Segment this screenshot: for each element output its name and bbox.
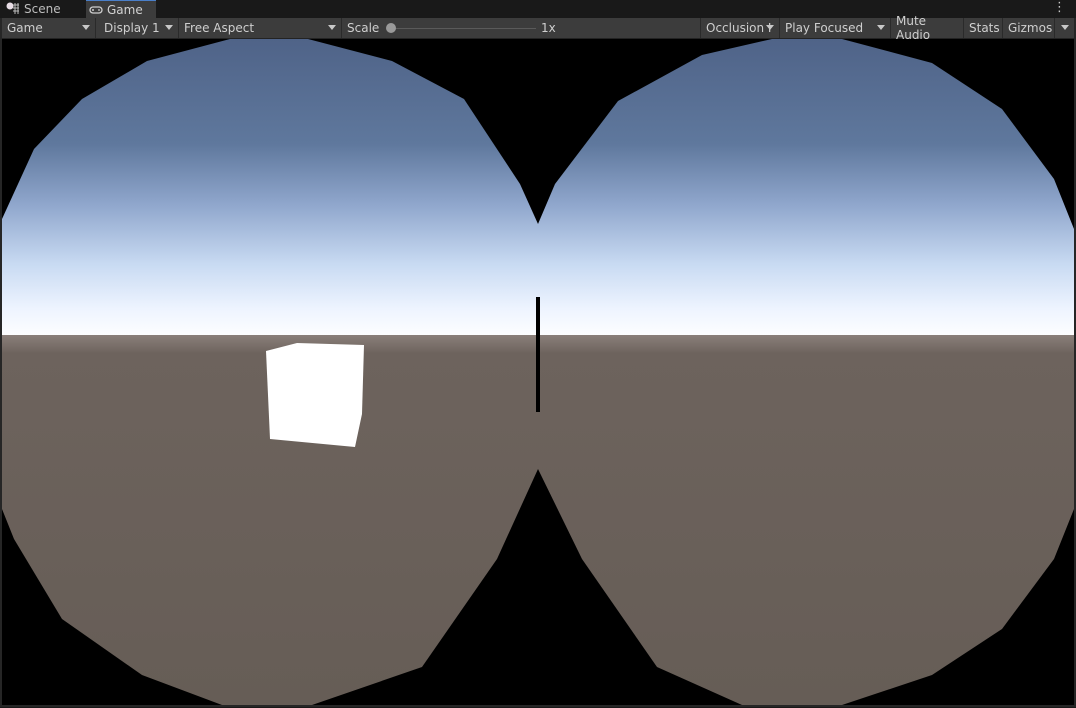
occlusion-dropdown[interactable]: Occlusion I [700, 18, 780, 38]
scale-slider-thumb[interactable] [386, 23, 396, 33]
stereo-render [2, 39, 1074, 705]
mute-audio-button[interactable]: Mute Audio [891, 14, 964, 42]
gizmos-dropdown[interactable] [1055, 18, 1074, 38]
scale-value: 1x [541, 21, 556, 35]
right-eye-view [538, 39, 1074, 705]
tab-game-label: Game [107, 2, 143, 17]
play-mode-dropdown-label: Play Focused [785, 21, 864, 35]
aspect-dropdown-label: Free Aspect [184, 21, 255, 35]
game-viewport[interactable] [2, 39, 1074, 705]
kebab-menu-icon[interactable]: ⋮ [1053, 1, 1066, 15]
left-eye-view [2, 39, 538, 705]
chevron-down-icon [877, 25, 885, 30]
chevron-down-icon [82, 25, 90, 30]
white-cube [266, 343, 364, 447]
tab-scene[interactable]: Scene [6, 0, 84, 18]
tab-game[interactable]: Game [86, 0, 156, 18]
display-dropdown[interactable]: Display 1 [99, 18, 179, 38]
scale-label: Scale [342, 18, 386, 38]
tab-scene-label: Scene [24, 2, 61, 16]
play-mode-dropdown[interactable]: Play Focused [780, 18, 891, 38]
chevron-down-icon [766, 25, 774, 30]
occlusion-dropdown-label: Occlusion I [706, 21, 772, 35]
gizmos-button[interactable]: Gizmos [1003, 18, 1055, 38]
game-toolbar: Game Display 1 Free Aspect Scale 1x Occl… [0, 14, 1076, 42]
stats-button[interactable]: Stats [964, 18, 1003, 38]
chevron-down-icon [165, 25, 173, 30]
display-dropdown-label: Display 1 [104, 21, 160, 35]
gamepad-icon [89, 3, 103, 17]
mode-dropdown-label: Game [7, 21, 43, 35]
scale-slider-track [390, 28, 536, 29]
scene-grid-icon [6, 2, 20, 16]
chevron-down-icon [328, 25, 336, 30]
chevron-down-icon [1061, 25, 1069, 30]
lens-seam [536, 297, 540, 412]
mode-dropdown[interactable]: Game [2, 18, 96, 38]
aspect-dropdown[interactable]: Free Aspect [179, 18, 342, 38]
scale-slider[interactable] [386, 18, 536, 38]
